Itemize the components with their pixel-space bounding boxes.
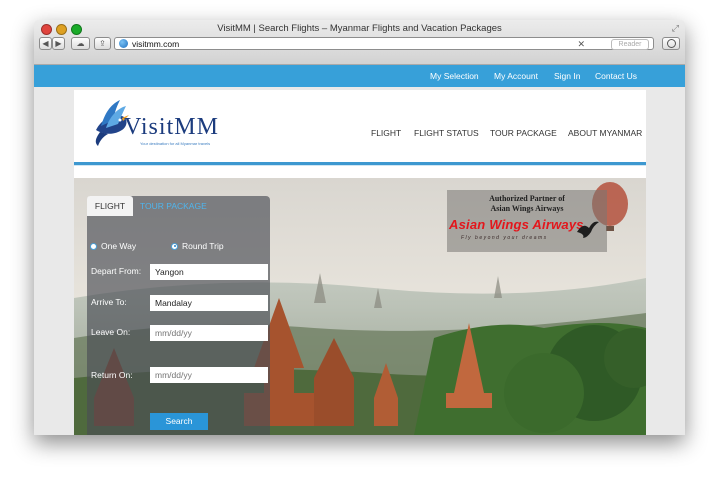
cloud-button[interactable]: ☁ <box>71 37 90 50</box>
back-button[interactable]: ◀ <box>39 37 52 50</box>
nav-flight-status[interactable]: FLIGHT STATUS <box>414 128 479 138</box>
return-on-field[interactable] <box>150 367 268 383</box>
round-trip-radio[interactable]: Round Trip <box>171 241 224 251</box>
page-container: VisitMM Your destination for all Myanmar… <box>74 90 646 435</box>
flight-search-panel: FLIGHT TOUR PACKAGE One Way Round Trip D… <box>87 196 270 435</box>
share-button[interactable]: ⇪ <box>94 37 111 50</box>
share-icon: ⇪ <box>99 39 106 48</box>
bird-icon <box>577 221 599 238</box>
partner-line-2: Asian Wings Airways <box>490 204 564 213</box>
title-bar: VisitMM | Search Flights – Myanmar Fligh… <box>34 20 685 65</box>
nav-about-myanmar[interactable]: ABOUT MYANMAR <box>568 128 642 138</box>
tab-tour-package[interactable]: TOUR PACKAGE <box>140 196 207 216</box>
downloads-button[interactable] <box>662 37 680 50</box>
forward-arrow-icon: ▶ <box>55 39 62 48</box>
downloads-icon <box>667 39 676 48</box>
back-arrow-icon: ◀ <box>42 39 49 48</box>
contact-us-link[interactable]: Contact Us <box>595 65 637 87</box>
round-trip-label: Round Trip <box>182 241 224 251</box>
depart-from-label: Depart From: <box>91 266 142 276</box>
my-account-link[interactable]: My Account <box>494 65 538 87</box>
airline-brand-name: Asian Wings Airways <box>449 217 584 232</box>
radio-checked-icon <box>171 242 178 250</box>
logo-tagline: Your destination for all Myanmar travels <box>140 141 211 146</box>
return-on-label: Return On: <box>91 370 133 380</box>
address-bar[interactable]: visitmm.com ✕ Reader <box>114 37 654 50</box>
browser-window: VisitMM | Search Flights – Myanmar Fligh… <box>34 20 685 435</box>
leave-on-field[interactable] <box>150 325 268 341</box>
search-button[interactable]: Search <box>150 413 208 430</box>
page-viewport: My Selection My Account Sign In Contact … <box>34 65 685 435</box>
tab-flight[interactable]: FLIGHT <box>87 196 133 216</box>
forward-button[interactable]: ▶ <box>52 37 65 50</box>
radio-unchecked-icon <box>90 242 97 250</box>
leave-on-label: Leave On: <box>91 327 131 337</box>
my-selection-link[interactable]: My Selection <box>430 65 479 87</box>
arrive-to-field[interactable] <box>150 295 268 311</box>
fullscreen-icon[interactable]: ⤢ <box>672 23 679 34</box>
nav-tour-package[interactable]: TOUR PACKAGE <box>490 128 557 138</box>
partner-banner[interactable]: Authorized Partner of Asian Wings Airway… <box>447 190 607 252</box>
depart-from-field[interactable] <box>150 264 268 280</box>
partner-line-1: Authorized Partner of <box>489 194 565 203</box>
search-tabs: FLIGHT TOUR PACKAGE <box>87 196 270 216</box>
globe-icon <box>119 39 128 48</box>
arrive-to-label: Arrive To: <box>91 297 127 307</box>
clear-url-icon[interactable]: ✕ <box>577 38 585 50</box>
nav-flight[interactable]: FLIGHT <box>371 128 401 138</box>
header-divider <box>74 162 646 166</box>
sign-in-link[interactable]: Sign In <box>554 65 580 87</box>
reader-button[interactable]: Reader <box>611 39 649 50</box>
cloud-icon: ☁ <box>76 39 85 48</box>
url-text[interactable]: visitmm.com <box>132 38 179 50</box>
window-title: VisitMM | Search Flights – Myanmar Fligh… <box>217 23 502 34</box>
one-way-label: One Way <box>101 241 137 251</box>
one-way-radio[interactable]: One Way <box>90 241 136 251</box>
top-navigation: My Selection My Account Sign In Contact … <box>34 65 685 87</box>
airline-slogan: Fly beyond your dreams <box>461 235 548 241</box>
logo-text[interactable]: VisitMM <box>124 114 219 141</box>
